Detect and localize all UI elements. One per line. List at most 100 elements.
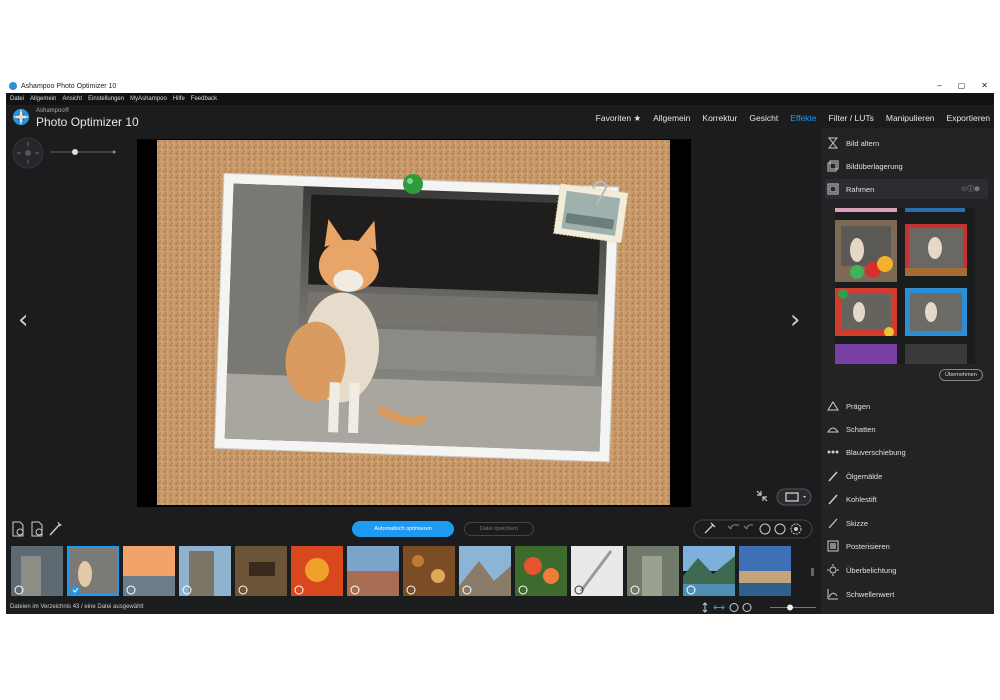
tab-filter-luts[interactable]: Filter / LUTs <box>829 113 874 124</box>
tab-effekte[interactable]: Effekte <box>790 113 816 124</box>
file-settings-icon[interactable] <box>30 521 44 537</box>
window-title: Ashampoo Photo Optimizer 10 <box>21 82 117 90</box>
pencil-icon <box>827 493 839 505</box>
effect-label: Kohlestift <box>846 494 877 504</box>
menu-hilfe[interactable]: Hilfe <box>173 96 185 102</box>
brand-name: Photo Optimizer 10 <box>36 115 139 129</box>
minimize-button[interactable]: – <box>937 79 941 93</box>
thumbnail-selected[interactable] <box>67 546 119 596</box>
thumbnail[interactable] <box>515 546 567 596</box>
frame-thumb-partial[interactable] <box>905 208 965 212</box>
effect-bildueberlagerung[interactable]: Bildüberlagerung <box>827 156 987 176</box>
status-text: Dateien im Verzeichnis 43 / eine Datei a… <box>10 604 144 610</box>
tab-manipulieren[interactable]: Manipulieren <box>886 113 935 124</box>
auto-optimize-button[interactable]: Automatisch optimieren <box>352 521 454 537</box>
thumbnail[interactable] <box>123 546 175 596</box>
effect-skizze[interactable]: Skizze <box>827 513 987 533</box>
brush-icon <box>827 470 839 482</box>
effect-blauverschiebung[interactable]: Blauverschiebung <box>827 442 987 462</box>
menu-myashampoo[interactable]: MyAshampoo <box>130 96 167 102</box>
effect-label: Bildüberlagerung <box>846 161 903 171</box>
thumbnail-size-slider[interactable] <box>768 602 818 613</box>
effect-label: Prägen <box>846 401 871 411</box>
shadow-icon <box>827 423 839 435</box>
thumbnail[interactable] <box>291 546 343 596</box>
thumbnail[interactable] <box>571 546 623 596</box>
category-tabs: Favoriten ★ Allgemein Korrektur Gesicht … <box>596 113 990 124</box>
frame-rating-controls[interactable]: ☆ⓘ⊕ <box>961 184 980 194</box>
magic-wand-icon[interactable] <box>48 521 62 537</box>
effect-oelgemaelde[interactable]: Ölgemälde <box>827 466 987 486</box>
hourglass-icon <box>827 137 839 149</box>
frame-icon <box>827 183 839 195</box>
menu-einstellungen[interactable]: Einstellungen <box>88 96 124 102</box>
tab-allgemein[interactable]: Allgemein <box>653 113 690 124</box>
thumbnail[interactable] <box>739 546 791 596</box>
save-file-button[interactable]: Datei speichern <box>464 522 534 536</box>
thumbnail[interactable] <box>627 546 679 596</box>
effect-schatten[interactable]: Schatten <box>827 419 987 439</box>
title-bar: Ashampoo Photo Optimizer 10 – ▢ ✕ <box>6 79 994 93</box>
frame-thumb-partial[interactable] <box>835 208 897 212</box>
frame-thumb-blue[interactable] <box>905 288 967 336</box>
layers-icon <box>827 160 839 172</box>
thumbnail[interactable] <box>403 546 455 596</box>
frame-thumb-dark[interactable] <box>905 344 967 364</box>
frame-thumb-purple[interactable] <box>835 344 897 364</box>
app-logo-icon <box>12 108 30 126</box>
apply-frame-button[interactable]: Übernehmen <box>939 369 983 381</box>
effect-ueberbelichtung[interactable]: Überbelichtung <box>827 560 987 580</box>
zoom-slider[interactable] <box>48 147 118 157</box>
effects-panel: Bild altern Bildüberlagerung Rahmen ☆ⓘ⊕ <box>821 128 994 614</box>
emboss-icon <box>827 400 839 412</box>
horizontal-fit-icon[interactable] <box>713 605 725 610</box>
thumbnail[interactable] <box>347 546 399 596</box>
app-icon <box>9 82 17 90</box>
close-button[interactable]: ✕ <box>981 79 988 93</box>
effect-bild-altern[interactable]: Bild altern <box>827 133 987 153</box>
effect-label: Schwellenwert <box>846 589 895 599</box>
effect-schwellenwert[interactable]: Schwellenwert <box>827 584 987 604</box>
effect-label: Rahmen <box>846 184 875 194</box>
add-file-icon[interactable] <box>11 521 25 537</box>
thumbnail[interactable] <box>235 546 287 596</box>
main-photo <box>157 140 670 505</box>
menu-ansicht[interactable]: Ansicht <box>62 96 82 102</box>
compare-view-button[interactable] <box>776 488 812 506</box>
dots-icon <box>827 446 839 458</box>
view-tools <box>702 602 752 613</box>
effect-praegen[interactable]: Prägen <box>827 396 987 416</box>
frame-thumb-flowers[interactable] <box>835 288 897 336</box>
vertical-fit-icon[interactable] <box>702 602 708 613</box>
next-image-button[interactable]: › <box>790 305 800 335</box>
thumbnail[interactable] <box>179 546 231 596</box>
maximize-button[interactable]: ▢ <box>958 79 966 93</box>
filmstrip-scroll-handle[interactable] <box>811 568 814 576</box>
menu-datei[interactable]: Datei <box>10 96 24 102</box>
navigator-icon[interactable] <box>12 137 46 169</box>
pushpin-icon <box>403 174 423 194</box>
thumbnail[interactable] <box>11 546 63 596</box>
effect-rahmen[interactable]: Rahmen ☆ⓘ⊕ <box>825 179 988 199</box>
frame-thumb-red[interactable] <box>905 224 967 276</box>
menu-feedback[interactable]: Feedback <box>191 96 217 102</box>
effect-kohlestift[interactable]: Kohlestift <box>827 489 987 509</box>
tab-favoriten[interactable]: Favoriten ★ <box>596 113 641 124</box>
tab-korrektur[interactable]: Korrektur <box>702 113 737 124</box>
tab-exportieren[interactable]: Exportieren <box>947 113 990 124</box>
brand-vendor: Ashampoo® <box>36 108 70 114</box>
frame-gallery[interactable] <box>835 208 975 364</box>
thumbnail[interactable] <box>459 546 511 596</box>
menu-allgemein[interactable]: Allgemein <box>30 96 56 102</box>
effect-label: Ölgemälde <box>846 471 883 481</box>
rotate-view-icon[interactable] <box>729 603 739 612</box>
effect-label: Skizze <box>846 518 869 528</box>
shrink-icon[interactable] <box>754 488 770 504</box>
thumbnail[interactable] <box>683 546 735 596</box>
refresh-view-icon[interactable] <box>742 603 752 612</box>
tab-gesicht[interactable]: Gesicht <box>749 113 778 124</box>
threshold-icon <box>827 588 839 600</box>
effect-posterisieren[interactable]: Posterisieren <box>827 536 987 556</box>
frame-thumb-fruit[interactable] <box>835 220 897 282</box>
previous-image-button[interactable]: ‹ <box>18 305 28 335</box>
